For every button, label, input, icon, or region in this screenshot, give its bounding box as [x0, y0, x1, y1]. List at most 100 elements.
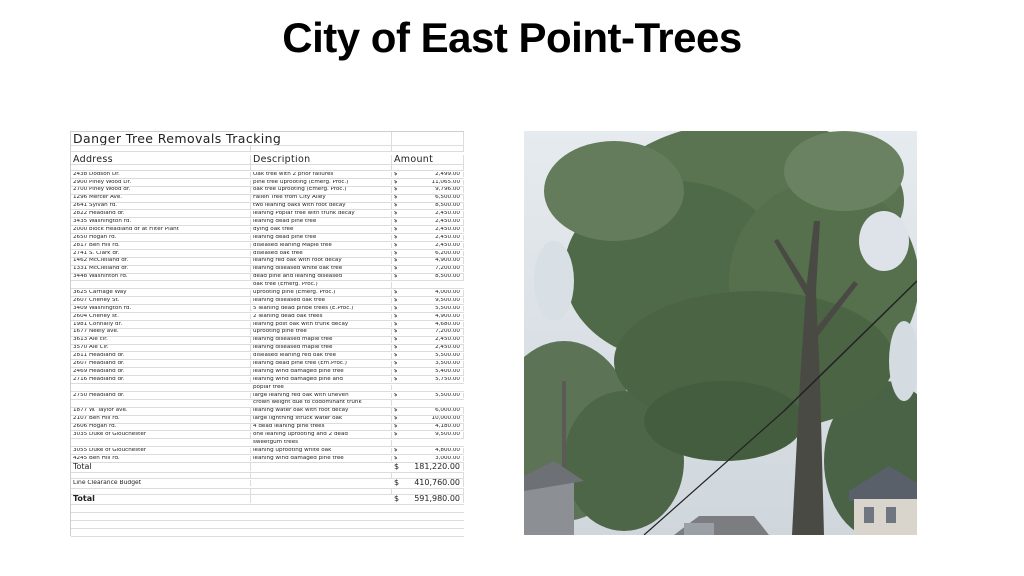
grand-total-row: Total $ 591,980.00	[71, 495, 464, 505]
amount-value: 8,500.00	[435, 203, 460, 209]
description-cell: uprooting pine tree	[251, 329, 392, 336]
amount-value: 5,750.00	[435, 376, 460, 382]
address-cell: 3435 Washington rd.	[71, 218, 251, 225]
amount-cell: $4,900.00	[392, 313, 464, 320]
currency-symbol: $	[394, 463, 400, 472]
currency-symbol: $	[394, 187, 398, 193]
amount-cell: $10,000.00	[392, 416, 464, 422]
description-cell: one leaning uprooting and 2 dead	[251, 432, 392, 438]
table-row: crown weight due to codominant trunk	[71, 400, 464, 408]
amount-value: 4,680.00	[435, 321, 460, 327]
description-cell: oak tree (Emerg. Proc.)	[251, 282, 392, 288]
description-cell: leaning post oak with trunk decay	[251, 321, 392, 328]
description-cell: leaning diseased oak tree	[251, 297, 392, 304]
currency-symbol: $	[394, 392, 398, 398]
currency-symbol: $	[394, 408, 398, 414]
currency-symbol: $	[394, 432, 398, 438]
currency-symbol: $	[394, 305, 398, 311]
currency-symbol: $	[394, 226, 398, 232]
amount-cell: $2,450.00	[392, 218, 464, 225]
description-cell: diseased oak tree	[251, 250, 392, 257]
currency-symbol: $	[394, 416, 398, 422]
amount-value: 2,450.00	[435, 345, 460, 351]
address-cell: 2641 Sylvan rd.	[71, 203, 251, 209]
subtotal-label: Total	[71, 463, 251, 472]
amount-cell: $4,900.00	[392, 258, 464, 265]
currency-symbol: $	[394, 495, 400, 504]
amount-value: 10,000.00	[431, 416, 460, 422]
amount-value: 7,200.00	[435, 266, 460, 272]
description-cell: diseased leaning red oak tree	[251, 353, 392, 359]
description-cell: leaning diseased maple tree	[251, 337, 392, 343]
amount-cell: $2,450.00	[392, 242, 464, 249]
amount-value: 9,500.00	[435, 432, 460, 438]
amount-cell: $6,500.00	[392, 195, 464, 201]
currency-symbol: $	[394, 274, 398, 280]
table-row: 1877 W. Taylor ave. leaning water oak wi…	[71, 408, 464, 416]
address-cell: 1877 W. Taylor ave.	[71, 408, 251, 414]
table-row: 2650 Hogan rd. leaning dead pine tree $2,4…	[71, 234, 464, 243]
amount-cell: $5,500.00	[392, 353, 464, 359]
currency-symbol: $	[394, 329, 398, 335]
amount-cell: $2,450.00	[392, 345, 464, 351]
table-row: 3570 Ale Cir. leaning diseased maple tree…	[71, 345, 464, 353]
currency-symbol: $	[394, 337, 398, 343]
table-row: 2817 Ben Hill rd. diseased leaning Maple …	[71, 242, 464, 250]
amount-value: 9,500.00	[435, 297, 460, 303]
address-cell: 3613 Ale cir.	[71, 337, 251, 343]
amount-cell: $4,180.00	[392, 424, 464, 430]
description-cell: dying oak tree	[251, 226, 392, 233]
amount-value: 11,065.00	[431, 179, 460, 185]
address-cell: 4245 Ben Hill rd.	[71, 455, 251, 462]
currency-symbol: $	[394, 234, 398, 240]
amount-cell: $7,200.00	[392, 329, 464, 336]
address-cell: 2438 Dodson Dr.	[71, 171, 251, 178]
table-row: 2107 Ben Hill rd. large lightning struck …	[71, 416, 464, 424]
description-cell: Oak tree with 2 prior failures	[251, 171, 392, 178]
tree-photo	[524, 131, 917, 535]
amount-cell: $3,500.00	[392, 361, 464, 367]
column-header-row: Address Description Amount	[71, 152, 464, 165]
address-cell: 3035 Duke of Glouchester	[71, 432, 251, 438]
address-cell: 2107 Ben Hill rd.	[71, 416, 251, 422]
currency-symbol: $	[394, 297, 398, 303]
amount-value: 5,500.00	[435, 392, 460, 398]
address-cell: 2817 Ben Hill rd.	[71, 242, 251, 249]
address-cell: 3409 Washington rd.	[71, 305, 251, 312]
amount-value: 4,900.00	[435, 313, 460, 319]
amount-cell: $5,750.00	[392, 376, 464, 383]
description-cell: pine tree uprooting (Emerg. Proc.)	[251, 179, 392, 186]
address-cell: 1462 McClelland dr.	[71, 258, 251, 265]
table-row: 2700 Piney Wood dr. oak tree uprooting (E…	[71, 187, 464, 195]
table-row: 1331 McClelland dr. leaning diseased whit…	[71, 266, 464, 274]
currency-symbol: $	[394, 266, 398, 272]
amount-cell: $9,500.00	[392, 432, 464, 438]
budget-amount: 410,760.00	[414, 479, 460, 488]
amount-cell: $5,400.00	[392, 368, 464, 375]
description-cell: oak tree uprooting (Emerg. Proc.)	[251, 187, 392, 194]
currency-symbol: $	[394, 242, 398, 248]
table-row: 2607 Cheney St. leaning diseased oak tree…	[71, 297, 464, 306]
amount-cell: $6,000.00	[392, 408, 464, 414]
address-cell: 1981 Connally dr.	[71, 321, 251, 328]
budget-row: Line Clearance Budget $ 410,760.00	[71, 479, 464, 489]
address-cell: 2469 Headland dr.	[71, 368, 251, 375]
currency-symbol: $	[394, 203, 398, 209]
currency-symbol: $	[394, 211, 398, 217]
amount-cell: $2,450.00	[392, 211, 464, 217]
amount-cell: $2,499.00	[392, 171, 464, 178]
amount-value: 8,500.00	[435, 274, 460, 280]
amount-value: 5,500.00	[435, 353, 460, 359]
description-cell: leaning wind damaged pine tree	[251, 455, 392, 462]
subtotal-row: Total $ 181,220.00	[71, 463, 464, 473]
sheet-title-row: Danger Tree Removals Tracking	[71, 132, 464, 146]
amount-cell: $5,500.00	[392, 392, 464, 399]
description-cell: leaning Poplar tree with trunk decay	[251, 211, 392, 217]
table-row: 4245 Ben Hill rd. leaning wind damaged pi…	[71, 455, 464, 463]
amount-value: 4,180.00	[435, 424, 460, 430]
table-row: 2822 Headland dr. leaning Poplar tree wit…	[71, 210, 464, 219]
amount-value: 3,500.00	[435, 361, 460, 367]
description-cell: crown weight due to codominant trunk	[251, 400, 392, 407]
amount-value: 2,450.00	[435, 211, 460, 217]
slide-title: City of East Point-Trees	[282, 14, 742, 61]
